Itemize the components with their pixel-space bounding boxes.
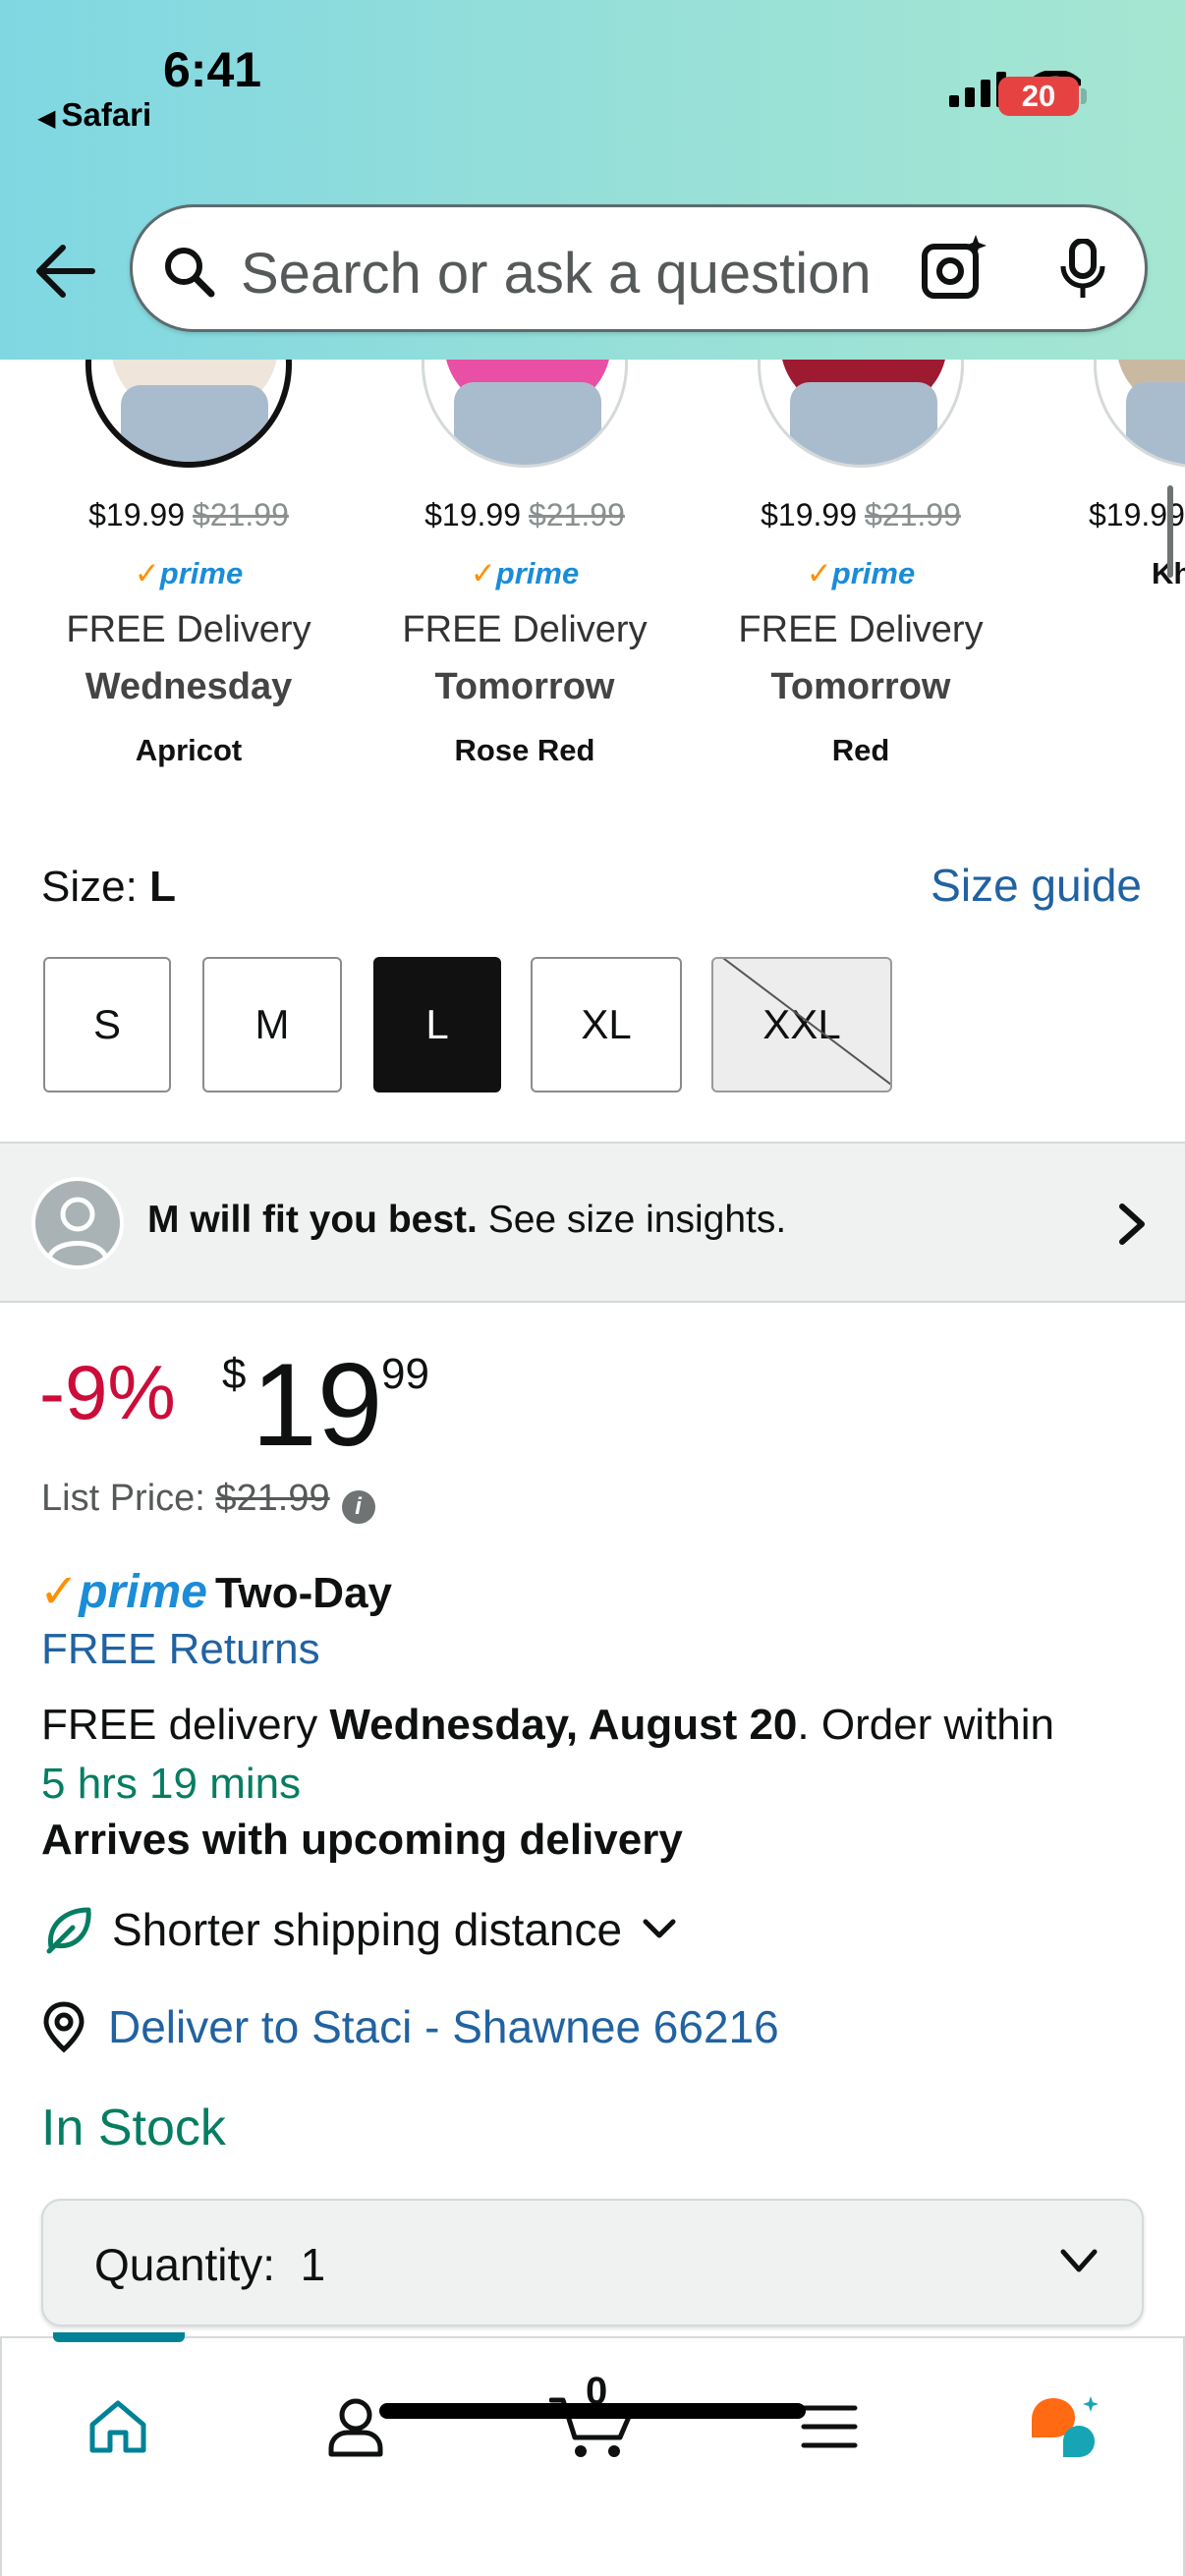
back-to-safari[interactable]: ◀ Safari	[37, 96, 151, 134]
size-option-s[interactable]: S	[43, 957, 171, 1092]
variant-prime-badge: ✓prime	[470, 556, 580, 590]
size-option-xl[interactable]: XL	[531, 957, 682, 1092]
back-triangle-icon: ◀	[37, 105, 56, 132]
size-label: Size: L	[41, 863, 176, 911]
variant-prime-badge: ✓prime	[806, 556, 916, 590]
variant-old-price: $21.99	[865, 497, 961, 532]
active-tab-indicator	[53, 2332, 185, 2342]
back-app-label: Safari	[61, 96, 152, 133]
variant-price: $19.99 $21.99	[424, 497, 625, 532]
leaf-icon	[46, 1907, 91, 1954]
size-insights-bar[interactable]: M will fit you best. See size insights.	[0, 1142, 1185, 1303]
info-icon[interactable]: i	[341, 1490, 375, 1524]
variant-swatch-image[interactable]	[85, 360, 292, 468]
back-arrow-icon[interactable]	[33, 242, 96, 301]
home-indicator	[379, 2403, 806, 2419]
jeans-image	[121, 385, 268, 462]
battery-indicator: 20	[998, 77, 1079, 116]
search-icon	[165, 248, 215, 298]
battery-cap	[1081, 88, 1087, 104]
nav-rufus[interactable]	[1016, 2378, 1114, 2476]
prime-shipping: ✓ prime Two-Day	[39, 1564, 392, 1619]
bottom-navigation: 0	[0, 2332, 1185, 2576]
variant-swatch-image[interactable]	[758, 360, 964, 468]
home-icon	[89, 2400, 146, 2453]
size-option-l[interactable]: L	[373, 957, 501, 1092]
hamburger-menu-icon	[801, 2405, 858, 2448]
location-pin-icon	[43, 2001, 85, 2053]
variant-delivery: FREE Delivery	[66, 609, 311, 650]
variant-delivery-day: Tomorrow	[770, 666, 951, 707]
size-guide-link[interactable]: Size guide	[931, 859, 1142, 912]
variant-old-price: $21.99	[193, 497, 289, 532]
rufus-assistant-icon	[1032, 2396, 1099, 2457]
camera-lens-icon[interactable]	[921, 233, 989, 302]
nav-menu[interactable]	[780, 2378, 878, 2476]
prime-logo: prime	[79, 1566, 207, 1618]
price-currency: $	[222, 1350, 247, 1398]
discount-percentage: -9%	[39, 1349, 176, 1435]
variant-price: $19.99 $21.99	[761, 497, 961, 532]
prime-check-icon: ✓	[470, 556, 496, 590]
arrives-note: Arrives with upcoming delivery	[41, 1816, 683, 1864]
price-fraction: 99	[381, 1350, 429, 1398]
list-price-value: $21.99	[215, 1478, 330, 1519]
person-icon	[328, 2398, 383, 2457]
delivery-info: FREE delivery Wednesday, August 20. Orde…	[41, 1701, 1055, 1808]
user-avatar-icon	[31, 1177, 124, 1269]
list-price: List Price: $21.99 i	[41, 1478, 375, 1524]
variant-color-name: Rose Red	[454, 733, 595, 767]
size-option-label: XXL	[762, 1001, 841, 1047]
variant-prime-badge: ✓prime	[134, 556, 244, 590]
nav-account[interactable]	[307, 2378, 405, 2476]
variant-delivery: FREE Delivery	[738, 609, 984, 650]
microphone-icon[interactable]	[1058, 239, 1107, 300]
variant-color-name: Red	[831, 733, 890, 767]
size-insights-text: M will fit you best. See size insights.	[147, 1199, 787, 1241]
variant-delivery-day: Tomorrow	[434, 666, 615, 707]
person-silhouette	[46, 1197, 109, 1260]
deliver-to-location[interactable]: Deliver to Staci - Shawnee 66216	[41, 2000, 779, 2053]
color-variant-carousel[interactable]: $19.99 $21.99 ✓prime FREE Delivery Wednes…	[0, 360, 1185, 792]
jeans-image	[1126, 382, 1185, 465]
prime-check-icon: ✓	[39, 1566, 80, 1618]
shorter-shipping-toggle[interactable]: Shorter shipping distance	[41, 1902, 679, 1957]
shorter-shipping-label: Shorter shipping distance	[112, 1904, 623, 1955]
quantity-select[interactable]: Quantity: 1	[41, 2199, 1144, 2326]
chevron-right-icon	[1119, 1204, 1145, 1245]
jeans-image	[790, 382, 937, 465]
nav-cart[interactable]: 0	[542, 2370, 641, 2476]
variant-old-price: $21.99	[529, 497, 625, 532]
status-time: 6:41	[163, 42, 262, 97]
selected-size: L	[149, 863, 176, 911]
delivery-date: Wednesday, August 20	[329, 1701, 798, 1749]
search-input[interactable]: Search or ask a question	[241, 241, 872, 307]
prime-shipping-type: Two-Day	[214, 1569, 393, 1617]
stock-status: In Stock	[41, 2100, 226, 2156]
size-option-m[interactable]: M	[202, 957, 342, 1092]
chevron-down-icon	[643, 1919, 676, 1938]
carousel-scrollbar[interactable]	[1167, 485, 1173, 578]
free-returns-link[interactable]: FREE Returns	[41, 1625, 320, 1674]
quantity-value: 1	[300, 2239, 326, 2290]
nav-home[interactable]	[69, 2378, 167, 2476]
variant-delivery-day: Wednesday	[85, 666, 293, 707]
variant-color-name: Apricot	[135, 733, 243, 767]
header: 6:41 ◀ Safari 20 Search or ask a question	[0, 0, 1185, 360]
deliver-to-label: Deliver to Staci - Shawnee 66216	[108, 2001, 779, 2052]
variant-delivery: FREE Delivery	[402, 609, 648, 650]
variant-swatch-image[interactable]	[1094, 360, 1185, 468]
jeans-image	[454, 382, 601, 465]
prime-check-icon: ✓	[806, 556, 832, 590]
variant-swatch-image[interactable]	[422, 360, 628, 468]
chevron-down-icon	[1060, 2249, 1098, 2272]
order-countdown: 5 hrs 19 mins	[41, 1760, 302, 1808]
variant-price: $19.99 $21.99	[88, 497, 289, 532]
prime-check-icon: ✓	[134, 556, 160, 590]
quantity-text: Quantity: 1	[94, 2239, 326, 2290]
search-bar[interactable]: Search or ask a question	[130, 204, 1148, 332]
size-option-xxl[interactable]: XXL	[711, 957, 892, 1092]
price-whole: 19	[252, 1339, 383, 1471]
